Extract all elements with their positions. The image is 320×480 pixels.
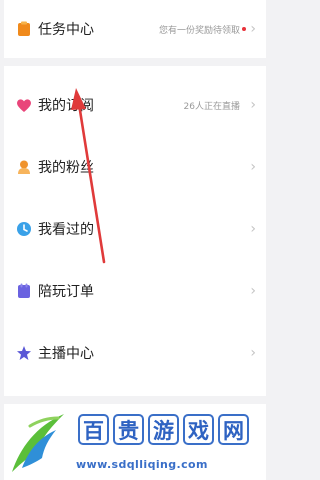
- task-center-row[interactable]: 任务中心 您有一份奖励待领取 ›: [4, 2, 266, 56]
- menu-item-label: 我的粉丝: [38, 160, 94, 176]
- menu-list: 我的订阅 26人正在直播 › 我的粉丝 › 我看过的 › 陪玩订单 › 主播中心…: [4, 66, 266, 396]
- watermark-char: 戏: [183, 414, 214, 445]
- menu-item-subscriptions[interactable]: 我的订阅 26人正在直播 ›: [4, 78, 266, 132]
- reward-hint: 您有一份奖励待领取: [158, 25, 240, 36]
- menu-item-streamer-center[interactable]: 主播中心 ›: [4, 326, 266, 380]
- watermark-char: 贵: [113, 414, 144, 445]
- chevron-right-icon: ›: [250, 97, 256, 113]
- star-icon: [16, 345, 32, 361]
- order-icon: [16, 283, 32, 299]
- menu-item-label: 我看过的: [38, 222, 94, 238]
- watermark-char: 百: [78, 414, 109, 445]
- history-icon: [16, 221, 32, 237]
- chevron-right-icon: ›: [250, 221, 256, 237]
- watermark-logo: [12, 414, 64, 472]
- menu-item-companion-orders[interactable]: 陪玩订单 ›: [4, 264, 266, 318]
- live-count-hint: 26人正在直播: [183, 101, 240, 112]
- task-center-label: 任务中心: [38, 22, 94, 38]
- chevron-right-icon: ›: [250, 345, 256, 361]
- task-center-card: 任务中心 您有一份奖励待领取 ›: [4, 0, 266, 58]
- chevron-right-icon: ›: [250, 21, 256, 37]
- watermark-char: 网: [218, 414, 249, 445]
- watermark-title: 百 贵 游 戏 网: [78, 414, 249, 445]
- task-icon: [16, 21, 32, 37]
- fan-icon: [16, 159, 32, 175]
- watermark-url: www.sdqlliqing.com: [76, 458, 208, 471]
- menu-item-label: 我的订阅: [38, 98, 94, 114]
- menu-item-history[interactable]: 我看过的 ›: [4, 202, 266, 256]
- menu-item-label: 主播中心: [38, 346, 94, 362]
- watermark-char: 游: [148, 414, 179, 445]
- chevron-right-icon: ›: [250, 159, 256, 175]
- menu-item-fans[interactable]: 我的粉丝 ›: [4, 140, 266, 194]
- menu-item-label: 陪玩订单: [38, 284, 94, 300]
- heart-icon: [16, 97, 32, 113]
- chevron-right-icon: ›: [250, 283, 256, 299]
- notification-dot: [242, 27, 246, 31]
